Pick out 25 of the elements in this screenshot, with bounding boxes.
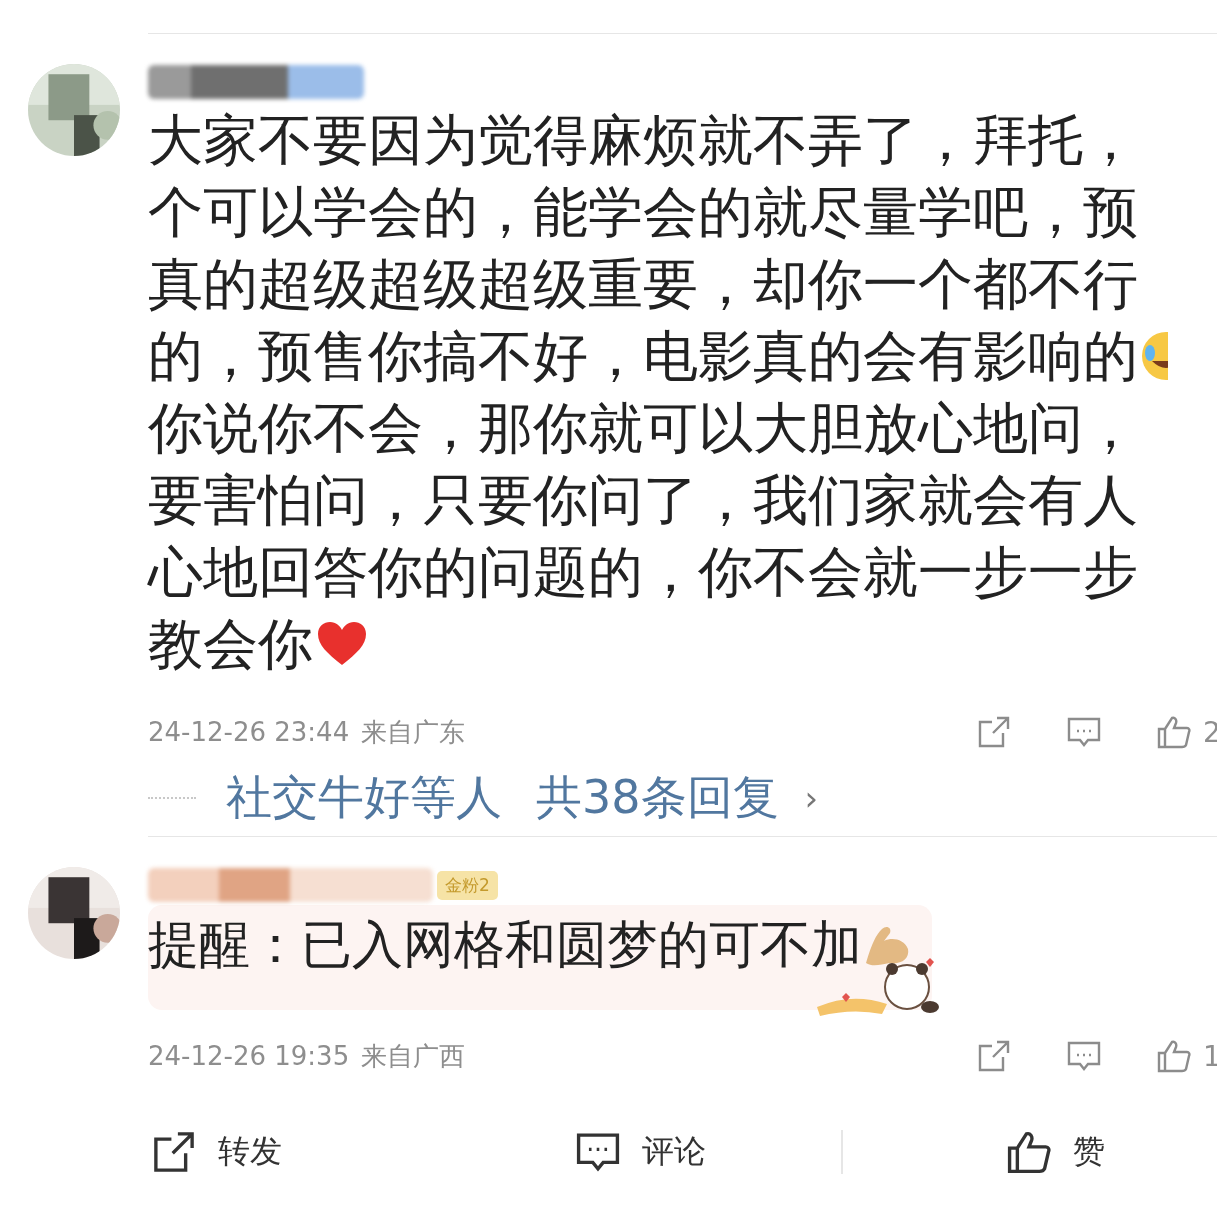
comment-text: 心地回答你的问题的，你不会就一步一步 <box>148 539 1138 606</box>
heart-icon <box>317 621 367 667</box>
comment-icon[interactable] <box>1067 1039 1101 1073</box>
like-button[interactable]: 赞 <box>841 1130 1105 1174</box>
comment-button[interactable]: 评论 <box>572 1130 706 1174</box>
fan-badge: 金粉2 <box>437 870 498 900</box>
comment-location: 来自广西 <box>361 1039 466 1073</box>
comment-text: 提醒：已入网格和圆梦的可不加 <box>148 914 862 976</box>
like-icon[interactable] <box>1157 715 1191 749</box>
like-icon[interactable] <box>1157 1039 1191 1073</box>
comment-text: 个可以学会的，能学会的就尽量学吧，预 <box>148 179 1138 246</box>
comment-location: 来自广东 <box>361 715 466 749</box>
comment-time: 24-12-26 23:44 <box>148 717 350 747</box>
comment-text: 教会你 <box>148 611 313 678</box>
share-icon[interactable] <box>977 715 1011 749</box>
comment-time: 24-12-26 19:35 <box>148 1041 350 1071</box>
comment-text: 真的超级超级超级重要，却你一个都不行 <box>148 251 1138 318</box>
comment-text: 的，预售你搞不好，电影真的会有影响的 <box>148 323 1138 390</box>
comment-text: 你说你不会，那你就可以大胆放心地问， <box>148 395 1138 462</box>
share-button[interactable]: 转发 <box>148 1130 282 1174</box>
share-icon[interactable] <box>977 1039 1011 1073</box>
comment-icon[interactable] <box>1067 715 1101 749</box>
comment-text: 大家不要因为觉得麻烦就不弄了，拜托， <box>148 107 1138 174</box>
replies-link[interactable]: 社交牛好等人 共38条回复 › <box>226 767 819 829</box>
comment-text: 要害怕问，只要你问了，我们家就会有人 <box>148 467 1138 534</box>
